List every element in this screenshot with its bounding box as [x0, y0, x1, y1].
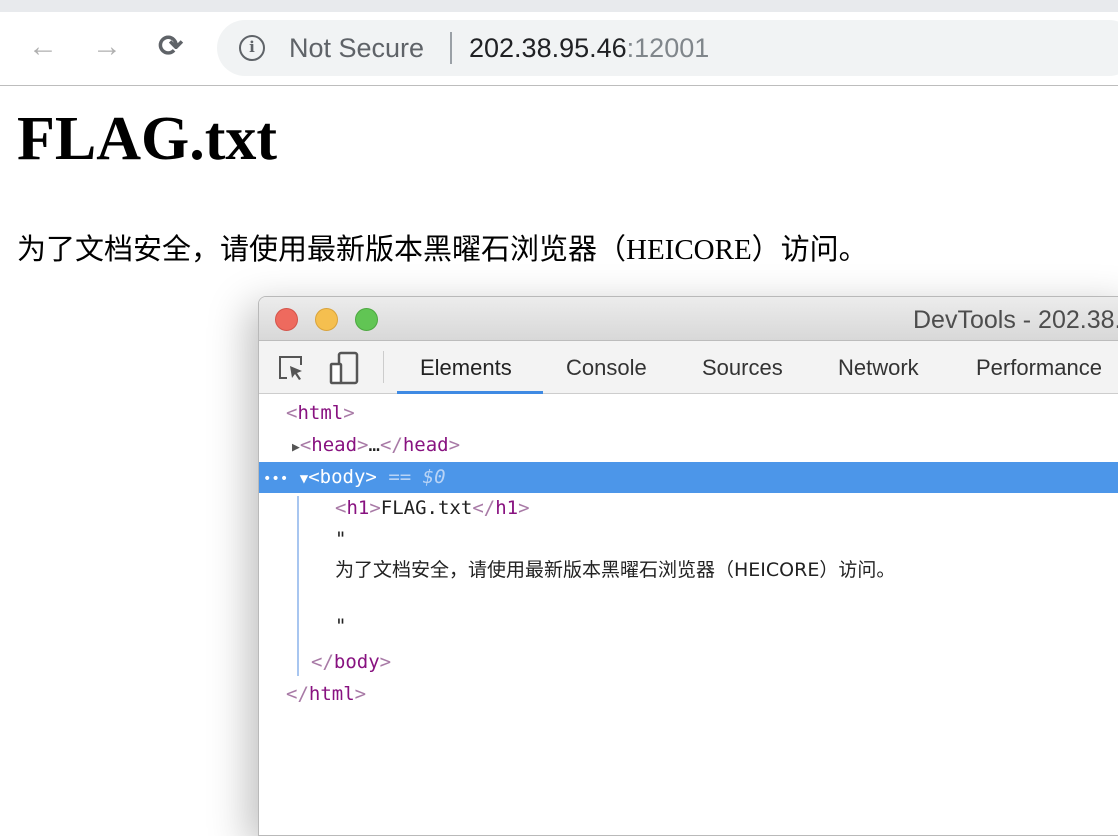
divider	[450, 32, 452, 64]
close-window-button[interactable]	[275, 308, 298, 331]
devtools-tabbar: Elements Console Sources Network Perform…	[259, 341, 1118, 394]
tab-sources[interactable]: Sources	[702, 355, 783, 381]
devtools-window: DevTools - 202.38.95.46:12001 Elements C…	[258, 296, 1118, 836]
collapse-triangle-icon[interactable]: ▼	[300, 471, 308, 487]
url-host: 202.38.95.46	[469, 33, 627, 63]
devtools-titlebar: DevTools - 202.38.95.46:12001	[259, 297, 1118, 341]
devtools-title: DevTools - 202.38.95.46:12001	[913, 306, 1118, 334]
tree-node-h1[interactable]: <h1>FLAG.txt</h1>	[259, 493, 1118, 524]
page-heading: FLAG.txt	[17, 105, 278, 173]
inspect-element-icon[interactable]	[277, 354, 307, 384]
tab-console[interactable]: Console	[566, 355, 647, 381]
active-tab-indicator	[397, 391, 543, 394]
browser-toolbar: ← → ⟳ i Not Secure 202.38.95.46:12001	[0, 12, 1118, 86]
text-node[interactable]: 为了文档安全，请使用最新版本黑曜石浏览器（HEICORE）访问。	[259, 555, 1118, 586]
tab-elements[interactable]: Elements	[420, 355, 512, 381]
minimize-window-button[interactable]	[315, 308, 338, 331]
info-icon[interactable]: i	[239, 35, 265, 61]
forward-button[interactable]: →	[92, 32, 122, 62]
tree-node-html[interactable]: <html>	[259, 398, 1118, 429]
security-label: Not Secure	[289, 33, 425, 63]
tab-strip	[0, 0, 1118, 12]
tab-network[interactable]: Network	[838, 355, 919, 381]
tree-node-html-close[interactable]: </html>	[259, 679, 1118, 710]
url-port: :12001	[626, 33, 710, 63]
divider	[383, 351, 384, 383]
url-text[interactable]: 202.38.95.46:12001	[469, 33, 709, 64]
text-node-quote-close: "	[335, 615, 347, 637]
device-toolbar-icon[interactable]	[329, 351, 361, 385]
page-paragraph: 为了文档安全，请使用最新版本黑曜石浏览器（HEICORE）访问。	[17, 234, 868, 266]
address-bar[interactable]: i Not Secure 202.38.95.46:12001	[217, 20, 1118, 76]
tree-node-body-close[interactable]: </body>	[259, 647, 1118, 678]
tree-node-body-selected[interactable]: ••• ▼<body> == $0	[259, 462, 1118, 493]
reload-button[interactable]: ⟳	[158, 32, 183, 62]
tree-node-head[interactable]: ▶<head>…</head>	[259, 430, 1118, 461]
expand-triangle-icon[interactable]: ▶	[292, 440, 300, 455]
back-button[interactable]: ←	[28, 32, 58, 62]
tab-performance[interactable]: Performance	[976, 355, 1102, 381]
maximize-window-button[interactable]	[355, 308, 378, 331]
text-node-quote-open: "	[335, 528, 347, 550]
